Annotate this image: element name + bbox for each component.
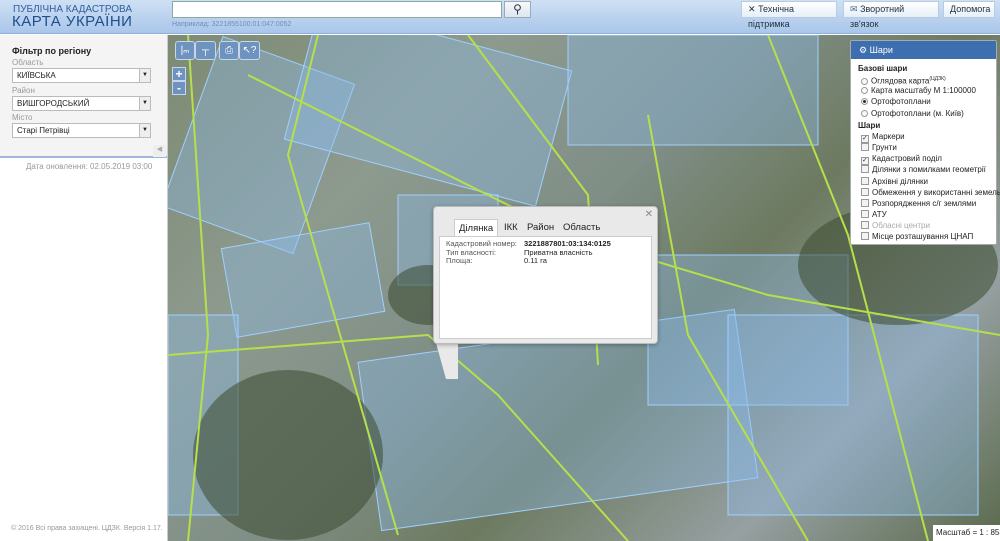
layer-label: Кадастровий поділ — [872, 154, 942, 164]
printer-icon: ⎙ — [225, 45, 233, 56]
parcel-popup: ✕ Ділянка ІКК Район Область Кадастровий … — [433, 206, 658, 344]
close-icon[interactable]: ✕ — [645, 209, 653, 220]
zoom-out-button[interactable]: - — [172, 81, 186, 95]
raion-label: Район — [12, 86, 35, 95]
ruler-line-icon: |ₘ — [180, 45, 190, 56]
layer-label: Маркери — [872, 131, 905, 141]
tools-icon: ✕ — [748, 4, 756, 14]
oblast-select[interactable]: КИЇВСЬКА ▼ — [12, 68, 151, 83]
layer-label: АТУ — [872, 210, 887, 220]
overlay-layer-1[interactable]: Грунти — [861, 142, 996, 153]
radio-button[interactable] — [861, 77, 868, 85]
overlay-layer-0[interactable]: ✓ Маркери — [861, 131, 996, 143]
sidebar: Фільтр по регіону Область КИЇВСЬКА ▼ Райо… — [0, 35, 168, 541]
tab-ikk[interactable]: ІКК — [500, 219, 522, 236]
checkbox[interactable] — [861, 221, 869, 230]
layer-label: Ортофотоплани — [871, 97, 931, 107]
overlay-layer-7[interactable]: АТУ — [861, 209, 996, 220]
layer-label: Обмеження у використанні земель — [872, 187, 1000, 197]
identify-button[interactable]: ↖? — [239, 41, 260, 60]
overlay-layer-4[interactable]: Архівні ділянки — [861, 176, 996, 187]
map[interactable]: |ₘ ┬ ⎙ ↖? + - ⚙ Шари Базові шари Оглядов… — [168, 35, 1000, 541]
measure-area-button[interactable]: ┬ — [195, 41, 216, 60]
radio-button[interactable] — [861, 109, 868, 117]
header: ПУБЛІЧНА КАДАСТРОВА КАРТА УКРАЇНИ ⚲ Напр… — [0, 0, 1000, 34]
layer-label: Ділянки з помилками геометрії — [872, 165, 986, 175]
ruler-area-icon: ┬ — [201, 45, 210, 56]
base-layer-2[interactable]: Ортофотоплани — [861, 96, 996, 107]
search-hint: Наприклад: 3221855100:01:047:0052 — [172, 21, 292, 28]
layer-sup: (ЦДЗК) — [929, 76, 946, 82]
raion-select[interactable]: ВИШГОРОДСЬКИЙ ▼ — [12, 96, 151, 111]
raion-value: ВИШГОРОДСЬКИЙ — [17, 99, 90, 108]
layers-header[interactable]: ⚙ Шари — [851, 41, 996, 59]
overlay-layers-title: Шари — [858, 120, 881, 130]
feedback-label: Зворотний зв'язок — [850, 4, 905, 29]
checkbox[interactable] — [861, 198, 869, 207]
gear-icon: ⚙ — [859, 45, 868, 55]
measure-length-button[interactable]: |ₘ — [175, 41, 195, 60]
layer-label: Розпорядження с/г землями — [872, 198, 977, 208]
layer-label: Грунти — [872, 142, 897, 152]
tab-raion[interactable]: Район — [523, 219, 558, 236]
chevron-down-icon: ▼ — [139, 97, 150, 110]
city-label: Місто — [12, 113, 33, 122]
update-date: Дата оновлення: 02.05.2019 03:00 — [26, 162, 153, 171]
help-button[interactable]: Допомога — [943, 1, 995, 18]
radio-button[interactable] — [861, 87, 868, 95]
checkbox[interactable] — [861, 187, 869, 196]
checkbox[interactable] — [861, 232, 869, 241]
tab-oblast[interactable]: Область — [559, 219, 604, 236]
region-filter: Фільтр по регіону Область КИЇВСЬКА ▼ Райо… — [0, 35, 167, 158]
oblast-label: Область — [12, 58, 44, 67]
city-select[interactable]: Старі Петрівці ▼ — [12, 123, 151, 138]
print-button[interactable]: ⎙ — [219, 41, 239, 60]
zoom-in-button[interactable]: + — [172, 67, 186, 81]
overlay-layer-3[interactable]: Ділянки з помилками геометрії — [861, 164, 996, 175]
overlay-layer-5[interactable]: Обмеження у використанні земель — [861, 187, 1000, 198]
copyright: © 2016 Всі права захищені. ЦДЗК. Версія … — [11, 525, 163, 532]
overlay-layer-8: Обласні центри — [861, 220, 996, 231]
popup-pointer — [436, 343, 458, 379]
overlay-layer-6[interactable]: Розпорядження с/г землями — [861, 198, 996, 209]
base-layer-3[interactable]: Ортофотоплани (м. Київ) — [861, 108, 996, 119]
oblast-value: КИЇВСЬКА — [17, 71, 56, 80]
envelope-icon: ✉ — [850, 4, 858, 14]
checkbox[interactable] — [861, 210, 869, 219]
filter-title: Фільтр по регіону — [12, 46, 92, 56]
logo-line2: КАРТА УКРАЇНИ — [12, 13, 133, 30]
chevron-down-icon: ▼ — [139, 124, 150, 137]
base-layer-1[interactable]: Карта масштабу М 1:100000 — [861, 85, 996, 96]
row-key: Площа: — [446, 256, 473, 265]
support-button[interactable]: ✕ Технічна підтримка — [741, 1, 837, 29]
scale-readout: Масштаб = 1 : 8531 — [933, 525, 1000, 541]
city-value: Старі Петрівці — [17, 126, 70, 135]
radio-button[interactable] — [861, 98, 868, 106]
area-row: Площа: 0.11 га — [446, 256, 645, 266]
popup-body: Кадастровий номер: 3221887801:03:134:0125… — [439, 236, 652, 339]
search-button[interactable]: ⚲ — [504, 1, 531, 18]
search-input[interactable] — [172, 1, 502, 18]
tab-parcel[interactable]: Ділянка — [454, 219, 499, 236]
collapse-sidebar-button[interactable]: ◀ — [153, 145, 166, 157]
feedback-button[interactable]: ✉ Зворотний зв'язок — [843, 1, 939, 29]
area-value: 0.11 га — [524, 256, 547, 265]
overlay-layer-2[interactable]: ✓ Кадастровий поділ — [861, 153, 996, 166]
checkbox[interactable] — [861, 176, 869, 185]
layers-title: Шари — [869, 45, 893, 55]
pointer-question-icon: ↖? — [242, 45, 257, 56]
checkbox[interactable] — [861, 165, 869, 174]
checkbox[interactable] — [861, 142, 869, 151]
layers-panel: ⚙ Шари Базові шари Оглядова карта(ЦДЗК) К… — [850, 40, 1000, 245]
layer-label: Ортофотоплани (м. Київ) — [871, 108, 964, 118]
layer-label: Обласні центри — [872, 221, 930, 231]
layer-label: Карта масштабу М 1:100000 — [871, 86, 976, 96]
base-layer-0[interactable]: Оглядова карта(ЦДЗК) — [861, 74, 996, 86]
chevron-down-icon: ▼ — [139, 69, 150, 82]
layer-label: Місце розташування ЦНАП — [872, 232, 974, 242]
base-layers-title: Базові шари — [858, 64, 908, 73]
search-icon: ⚲ — [513, 2, 522, 16]
layer-label: Архівні ділянки — [872, 176, 928, 186]
overlay-layer-9[interactable]: Місце розташування ЦНАП — [861, 231, 996, 242]
